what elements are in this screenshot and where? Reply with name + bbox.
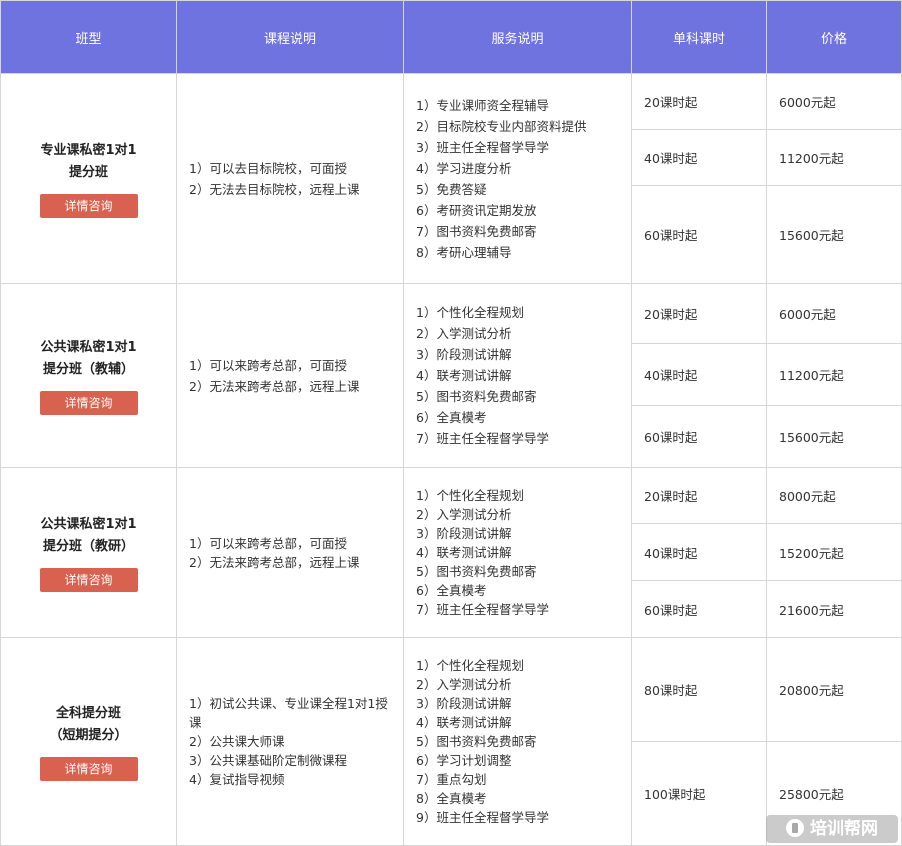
price-cell: 6000元起 bbox=[766, 73, 902, 130]
class-type-cell: 全科提分班 （短期提分） 详情咨询 bbox=[0, 637, 177, 846]
consult-button[interactable]: 详情咨询 bbox=[39, 390, 138, 415]
header-row: 班型 课程说明 服务说明 单科课时 价格 bbox=[0, 0, 902, 74]
class-type-cell: 公共课私密1对1 提分班（教辅） 详情咨询 bbox=[0, 283, 177, 468]
class-name: 专业课私密1对1 提分班 bbox=[40, 142, 137, 180]
hours-cell: 100课时起 bbox=[631, 741, 767, 846]
service-desc-cell: 1）专业课师资全程辅导 2）目标院校专业内部资料提供 3）班主任全程督学导学 4… bbox=[403, 73, 632, 284]
price-cell: 8000元起 bbox=[766, 467, 902, 524]
logo-icon bbox=[786, 819, 804, 837]
consult-button[interactable]: 详情咨询 bbox=[39, 756, 138, 781]
price-cell: 11200元起 bbox=[766, 343, 902, 406]
hours-cell: 20课时起 bbox=[631, 73, 767, 130]
header-hours: 单科课时 bbox=[631, 0, 767, 74]
service-desc-cell: 1）个性化全程规划 2）入学测试分析 3）阶段测试讲解 4）联考测试讲解 5）图… bbox=[403, 283, 632, 468]
price-cell: 20800元起 bbox=[766, 637, 902, 742]
class-name: 公共课私密1对1 提分班（教研） bbox=[40, 516, 137, 554]
price-cell: 15200元起 bbox=[766, 523, 902, 581]
price-cell: 6000元起 bbox=[766, 283, 902, 344]
course-desc-cell: 1）可以来跨考总部，可面授 2）无法来跨考总部，远程上课 bbox=[176, 467, 404, 638]
class-type-cell: 公共课私密1对1 提分班（教研） 详情咨询 bbox=[0, 467, 177, 638]
header-class-type: 班型 bbox=[0, 0, 177, 74]
hours-cell: 40课时起 bbox=[631, 523, 767, 581]
price-cell: 15600元起 bbox=[766, 405, 902, 468]
table-row: 全科提分班 （短期提分） 详情咨询 1）初试公共课、专业课全程1对1授课 2）公… bbox=[0, 637, 902, 846]
hours-cell: 40课时起 bbox=[631, 129, 767, 186]
header-price: 价格 bbox=[766, 0, 902, 74]
hours-cell: 60课时起 bbox=[631, 185, 767, 284]
hours-cell: 60课时起 bbox=[631, 405, 767, 468]
service-desc-cell: 1）个性化全程规划 2）入学测试分析 3）阶段测试讲解 4）联考测试讲解 5）图… bbox=[403, 637, 632, 846]
class-name: 公共课私密1对1 提分班（教辅） bbox=[40, 339, 137, 377]
consult-button[interactable]: 详情咨询 bbox=[39, 193, 138, 218]
hours-cell: 80课时起 bbox=[631, 637, 767, 742]
table-row: 公共课私密1对1 提分班（教辅） 详情咨询 1）可以来跨考总部，可面授 2）无法… bbox=[0, 283, 902, 468]
hours-cell: 40课时起 bbox=[631, 343, 767, 406]
course-desc-cell: 1）可以去目标院校，可面授 2）无法去目标院校，远程上课 bbox=[176, 73, 404, 284]
watermark: 培训帮网 bbox=[766, 815, 898, 843]
header-service-desc: 服务说明 bbox=[403, 0, 632, 74]
class-type-cell: 专业课私密1对1 提分班 详情咨询 bbox=[0, 73, 177, 284]
table-row: 公共课私密1对1 提分班（教研） 详情咨询 1）可以来跨考总部，可面授 2）无法… bbox=[0, 467, 902, 638]
header-course-desc: 课程说明 bbox=[176, 0, 404, 74]
hours-cell: 20课时起 bbox=[631, 283, 767, 344]
service-desc-cell: 1）个性化全程规划 2）入学测试分析 3）阶段测试讲解 4）联考测试讲解 5）图… bbox=[403, 467, 632, 638]
course-desc-cell: 1）可以来跨考总部，可面授 2）无法来跨考总部，远程上课 bbox=[176, 283, 404, 468]
course-desc-cell: 1）初试公共课、专业课全程1对1授课 2）公共课大师课 3）公共课基础阶定制微课… bbox=[176, 637, 404, 846]
price-cell: 15600元起 bbox=[766, 185, 902, 284]
table-row: 专业课私密1对1 提分班 详情咨询 1）可以去目标院校，可面授 2）无法去目标院… bbox=[0, 73, 902, 284]
price-cell: 21600元起 bbox=[766, 580, 902, 638]
consult-button[interactable]: 详情咨询 bbox=[39, 567, 138, 592]
pricing-table: 班型 课程说明 服务说明 单科课时 价格 专业课私密1对1 提分班 详情咨询 1… bbox=[0, 0, 902, 846]
class-name: 全科提分班 （短期提分） bbox=[49, 705, 128, 743]
price-cell: 11200元起 bbox=[766, 129, 902, 186]
hours-cell: 20课时起 bbox=[631, 467, 767, 524]
hours-cell: 60课时起 bbox=[631, 580, 767, 638]
